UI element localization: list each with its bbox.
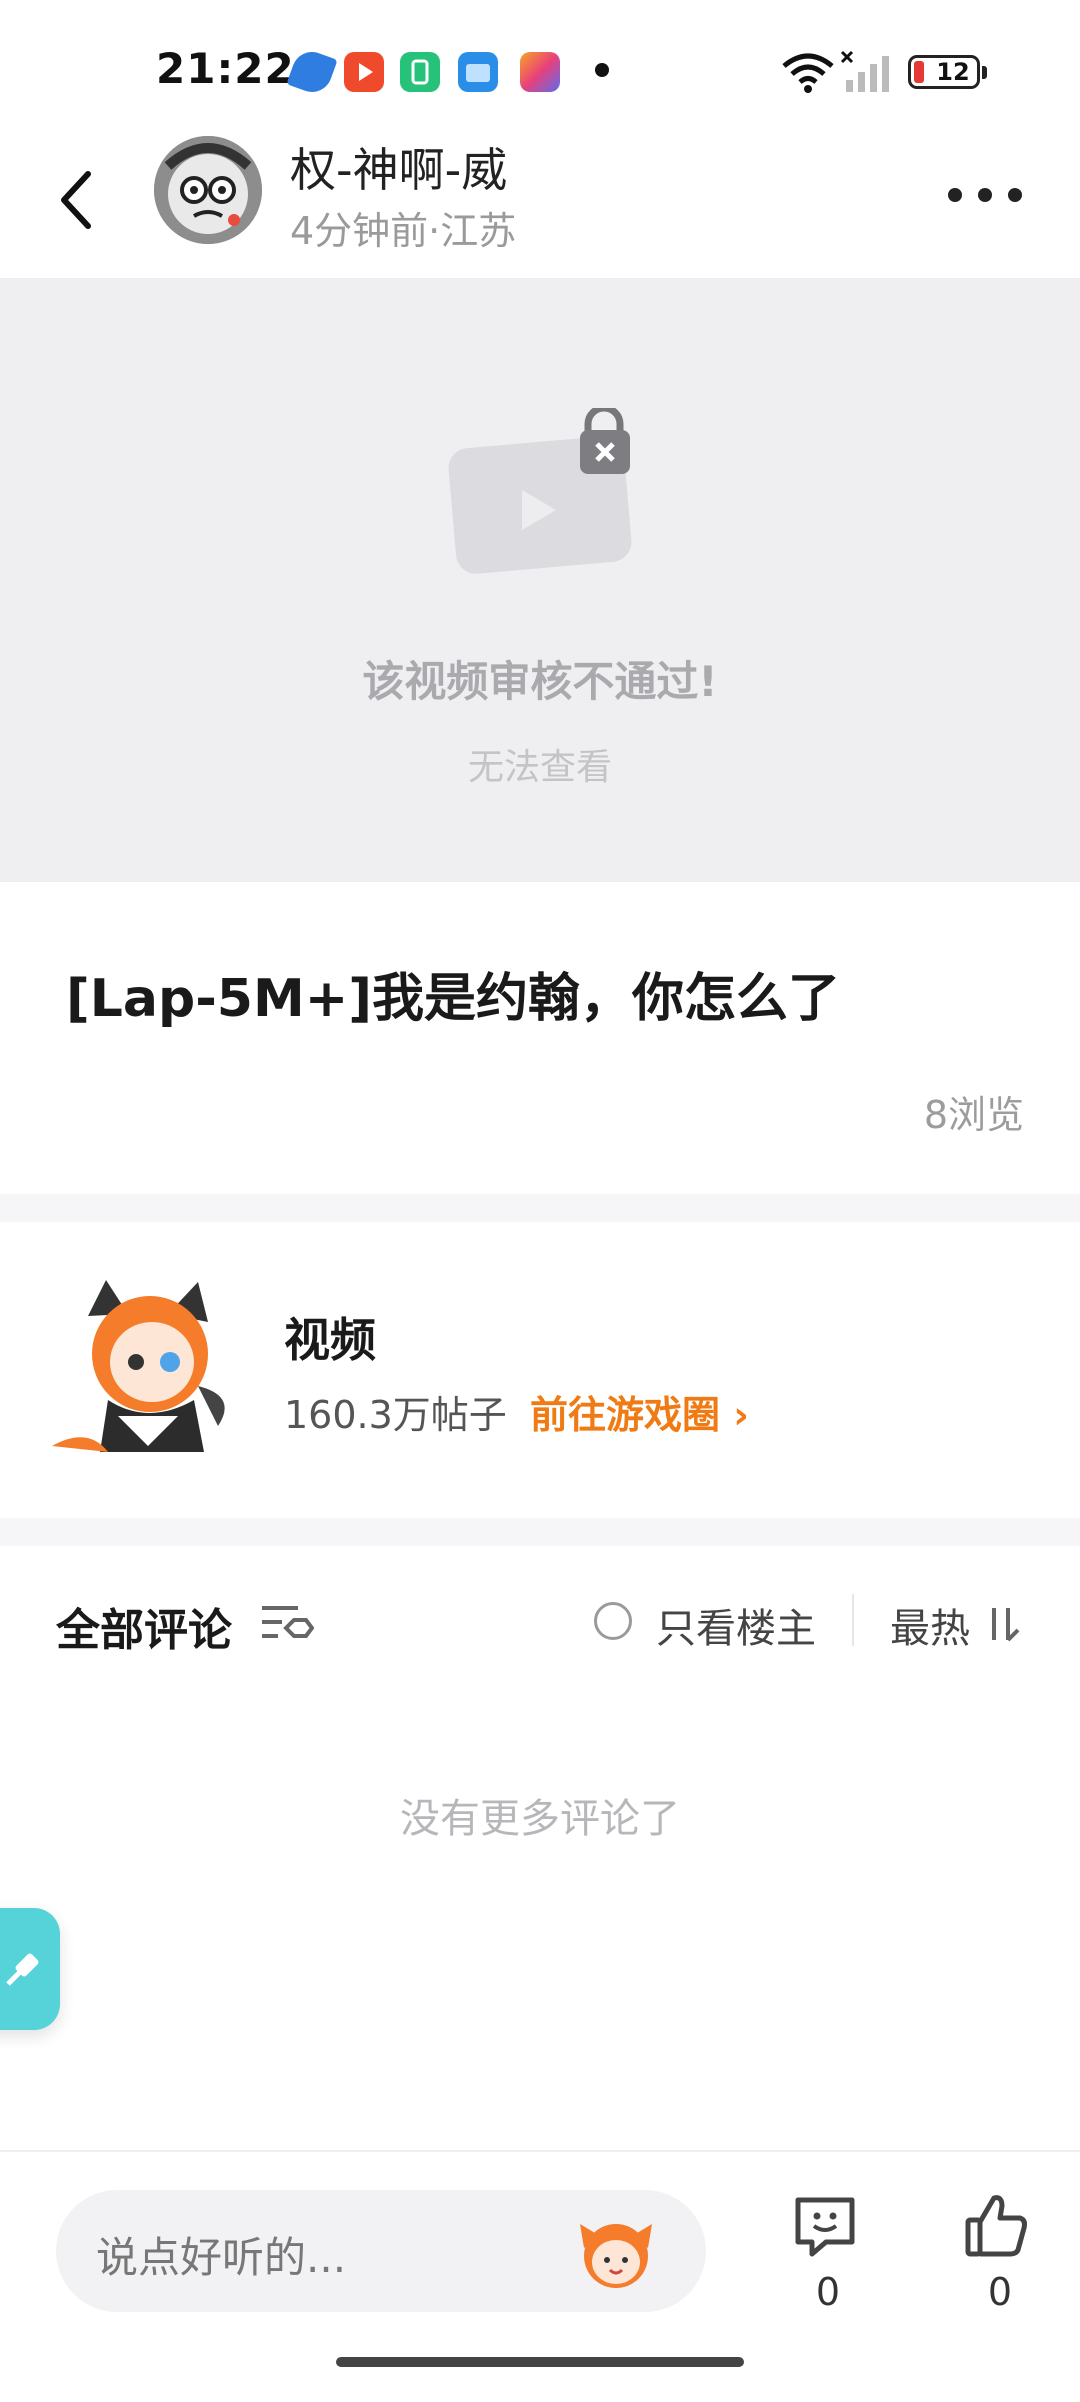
comment-count: 0: [815, 2270, 841, 2314]
circle-mascot-image: [52, 1280, 225, 1452]
circle-post-count: 160.3万帖子: [284, 1393, 507, 1437]
video-player: 该视频审核不通过! 无法查看: [0, 278, 1080, 882]
battery-percent: 12: [936, 58, 970, 86]
locked-video-icon: [448, 408, 632, 574]
comments-title: 全部评论: [56, 1605, 232, 1656]
blocked-video-title: 该视频审核不通过!: [362, 657, 718, 706]
video-app-icon: [344, 52, 384, 92]
post-header: 权-神啊-威 4分钟前·江苏: [0, 130, 1080, 278]
comment-input-placeholder: 说点好听的...: [96, 2233, 347, 2282]
comment-input[interactable]: 说点好听的...: [56, 2190, 706, 2312]
more-options-button[interactable]: [940, 170, 1030, 220]
emoji-mascot-icon[interactable]: [576, 2214, 656, 2294]
notification-dot: [595, 63, 609, 77]
green-app-icon: [400, 52, 440, 92]
battery-level: [914, 61, 924, 83]
view-count: 8浏览: [923, 1093, 1024, 1137]
wifi-icon: [782, 53, 834, 93]
comment-filter-icon[interactable]: [258, 1602, 314, 1646]
sort-toggle-icon[interactable]: [986, 1604, 1022, 1644]
username[interactable]: 权-神啊-威: [290, 134, 507, 200]
post-meta: 4分钟前·江苏: [290, 209, 517, 253]
floating-action-button[interactable]: [0, 1908, 60, 2030]
pin-icon: [6, 1953, 39, 1986]
battery-tip: [982, 66, 987, 79]
comments-section: 全部评论 只看楼主 最热 没有更多评论了: [0, 1546, 1080, 2150]
only-op-radio[interactable]: [594, 1602, 632, 1640]
no-more-comments: 没有更多评论了: [400, 1796, 680, 1842]
divider: [852, 1594, 854, 1646]
avatar[interactable]: [154, 136, 262, 244]
game-circle-card[interactable]: 视频 160.3万帖子 前往游戏圈 ›: [0, 1222, 1080, 1518]
shortcut-app-icon: [520, 52, 560, 92]
wallet-app-icon: [458, 52, 498, 92]
post-body: [Lap-5M+]我是约翰，你怎么了 8浏览: [0, 882, 1080, 1194]
go-to-circle-link[interactable]: 前往游戏圈 ›: [530, 1384, 749, 1439]
home-indicator[interactable]: [336, 2357, 744, 2367]
signal-icon: [840, 50, 889, 92]
sort-label[interactable]: 最热: [890, 1596, 970, 1654]
status-time: 21:22: [156, 44, 295, 93]
post-title: [Lap-5M+]我是约翰，你怎么了: [66, 969, 841, 1029]
blocked-video-subtitle: 无法查看: [467, 747, 612, 788]
like-count: 0: [987, 2270, 1013, 2314]
status-bar: 21:22 12: [0, 0, 1080, 130]
only-op-label[interactable]: 只看楼主: [656, 1596, 816, 1654]
circle-name: 视频: [284, 1313, 376, 1367]
back-button[interactable]: [48, 160, 118, 240]
battery-icon: 12: [908, 55, 980, 89]
